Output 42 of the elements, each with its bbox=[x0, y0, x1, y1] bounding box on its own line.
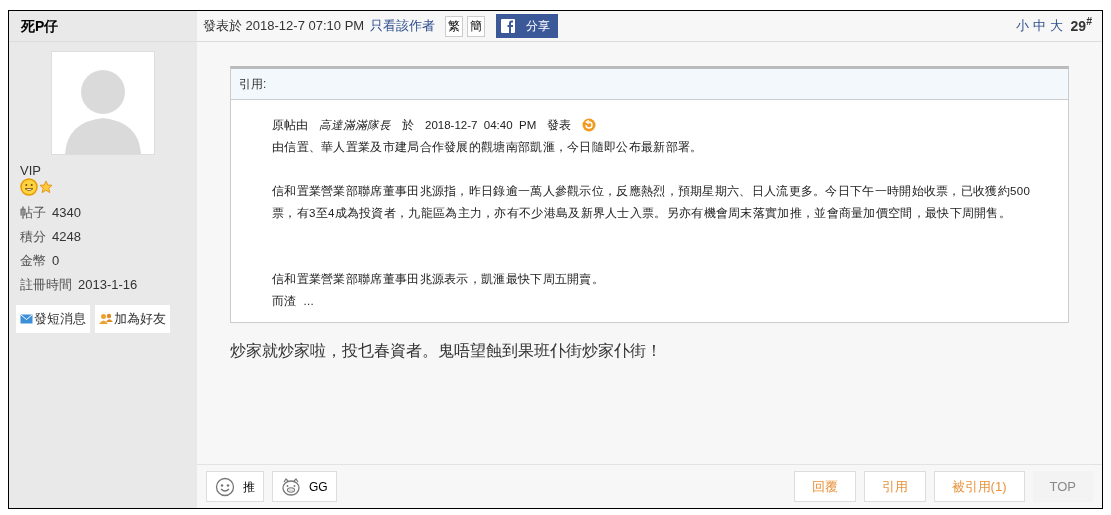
profile-action-button[interactable]: 加為好友 bbox=[95, 305, 170, 333]
quote-byline-text: 發表 bbox=[547, 118, 572, 133]
reaction-button[interactable]: GG bbox=[272, 471, 337, 502]
user-group[interactable]: VIP bbox=[20, 163, 197, 178]
people-icon bbox=[99, 313, 113, 325]
quote-byline-text: 原帖由 bbox=[272, 118, 308, 133]
star-icon bbox=[39, 180, 53, 194]
quote-paragraph: 信和置業營業部聯席董事田兆源指，昨日錄逾一萬人參觀示位，反應熱烈，預期星期六、日人流更多。今日下午一時開始收票，已收獲約500票，有3至4成為投資者，九龍區為主力，亦有不少港島及新界人士入票。另亦有機會周末落實加推，並會商量加價空間，最快下周開售。 bbox=[272, 184, 1032, 221]
quote-author: 高達滿滿隊長 bbox=[319, 118, 391, 133]
reaction-button[interactable]: 推 bbox=[206, 471, 264, 502]
stat-value: 2013-1-16 bbox=[78, 276, 138, 294]
quote-byline-text: 於 bbox=[402, 118, 414, 133]
smiley-face-icon bbox=[215, 476, 235, 497]
post-message: 炒家就炒家啦，投乜春資者。鬼唔望蝕到果班仆街炒家仆街！ bbox=[230, 341, 663, 361]
stat-value: 0 bbox=[52, 252, 60, 270]
script-toggle-button[interactable]: 簡 bbox=[467, 15, 486, 37]
stat-label: 帖子 bbox=[20, 204, 46, 222]
quote-paragraph: 由信置、華人置業及市建局合作發展的觀塘南部凱滙，今日隨即公布最新部署。 bbox=[272, 140, 704, 155]
pig-icon bbox=[281, 476, 301, 497]
envelope-icon bbox=[20, 314, 33, 324]
post-time: 發表於 2018-12-7 07:10 PM bbox=[203, 17, 365, 36]
stat-value: 4340 bbox=[52, 204, 81, 222]
quote-paragraph: 信和置業營業部聯席董事田兆源表示，凱滙最快下周五開賣。 bbox=[272, 272, 606, 287]
stat-label: 金幣 bbox=[20, 252, 46, 270]
script-toggle-button[interactable]: 繁 bbox=[445, 15, 464, 37]
font-size-link[interactable]: 中 bbox=[1032, 16, 1046, 36]
avatar[interactable] bbox=[51, 51, 155, 155]
floor-number: 29$^{#}$ bbox=[1070, 15, 1092, 36]
stat-label: 註冊時間 bbox=[20, 276, 72, 294]
smiley-face-icon bbox=[20, 178, 38, 196]
font-size-link[interactable]: 大 bbox=[1049, 16, 1063, 36]
quote-title: 引用: bbox=[239, 76, 267, 93]
quote-time: 2018-12-7 04:40 PM bbox=[425, 118, 537, 133]
go-to-post-icon[interactable] bbox=[582, 118, 597, 132]
stat-label: 積分 bbox=[20, 228, 46, 246]
stat-value: 4248 bbox=[52, 228, 81, 246]
share-button[interactable]: 分享 bbox=[496, 14, 559, 38]
quote-paragraph: 而渣 ... bbox=[272, 294, 316, 309]
profile-action-button[interactable]: 發短消息 bbox=[16, 305, 90, 333]
author-name[interactable]: 死P仔 bbox=[21, 15, 59, 37]
font-size-link[interactable]: 小 bbox=[1015, 16, 1029, 36]
author-only-link[interactable]: 只看該作者 bbox=[370, 16, 436, 36]
